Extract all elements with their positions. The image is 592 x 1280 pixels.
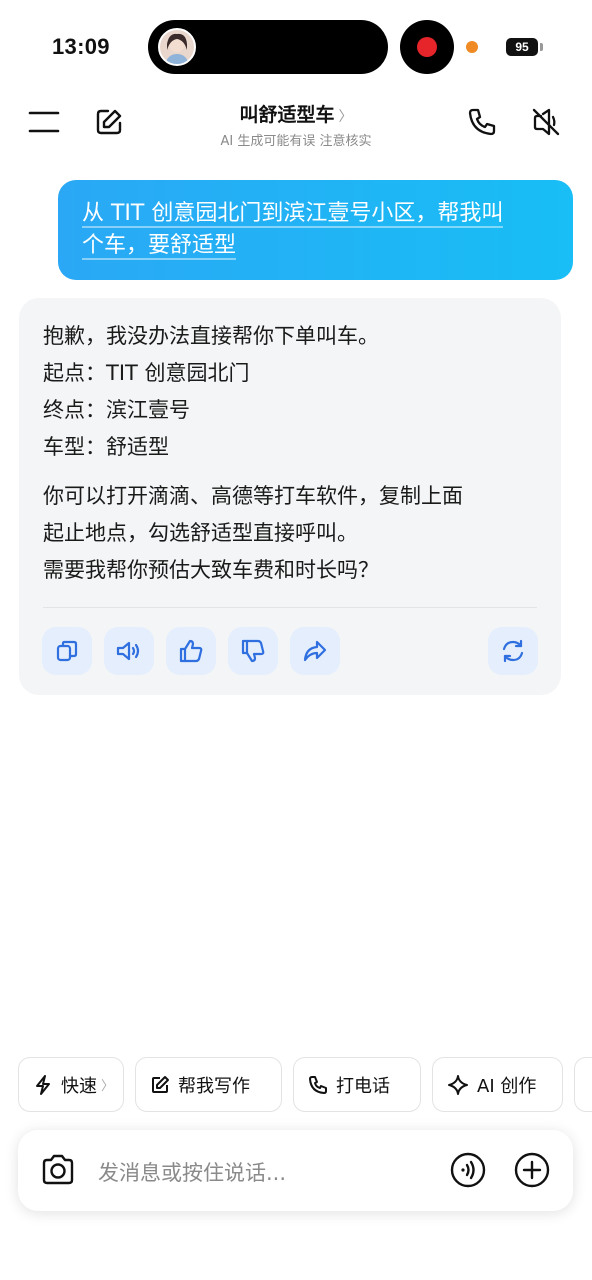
read-aloud-button[interactable] — [104, 627, 154, 675]
ai-message-card: 抱歉，我没办法直接帮你下单叫车。 起点：TIT 创意园北门 终点：滨江壹号 车型… — [19, 298, 561, 695]
ai-message-line: 需要我帮你预估大致车费和时长吗？ — [43, 558, 379, 582]
thumbs-up-icon — [179, 639, 203, 663]
camera-icon[interactable] — [38, 1150, 78, 1190]
ai-message-line: 终点：滨江壹号 — [43, 398, 190, 422]
status-time: 13:09 — [52, 34, 110, 59]
user-message-line: 从 TIT 创意园北门到滨江壹号小区，帮我叫 — [82, 201, 504, 228]
share-icon — [303, 640, 327, 662]
mute-speaker-icon[interactable] — [528, 104, 564, 140]
share-button[interactable] — [290, 627, 340, 675]
lightning-icon — [36, 1074, 50, 1095]
chip-ai-create[interactable]: AI 创作 — [432, 1057, 563, 1112]
ai-card-divider — [43, 607, 537, 608]
chip-label: 打电话 — [336, 1075, 390, 1097]
edit-icon — [152, 1075, 169, 1093]
chevron-right-icon: 〉 — [338, 109, 353, 125]
ai-disclaimer: AI 生成可能有误 注意核实 — [220, 134, 372, 149]
voice-mode-icon[interactable] — [448, 1150, 488, 1190]
phone-icon — [309, 1075, 327, 1094]
ai-message-line: 车型：舒适型 — [43, 435, 169, 459]
chip-help-write[interactable]: 帮我写作 — [135, 1057, 282, 1112]
ai-message-line: 起止地点，勾选舒适型直接呼叫。 — [43, 521, 358, 545]
message-input-bar: 发消息或按住说话... — [18, 1130, 573, 1211]
regenerate-button[interactable] — [488, 627, 538, 675]
chip-phone-call[interactable]: 打电话 — [293, 1057, 421, 1112]
privacy-dot — [466, 41, 478, 53]
copy-button[interactable] — [42, 627, 92, 675]
recording-indicator — [400, 20, 454, 74]
like-button[interactable] — [166, 627, 216, 675]
ai-message-line: 起点：TIT 创意园北门 — [43, 361, 250, 385]
avatar — [158, 28, 196, 66]
chip-label: 帮我写作 — [178, 1075, 250, 1097]
dislike-button[interactable] — [228, 627, 278, 675]
thumbs-down-icon — [241, 639, 265, 663]
battery-cap — [540, 43, 543, 51]
chevron-right-icon: 〉 — [101, 1079, 115, 1094]
chip-label: 快速 — [61, 1075, 97, 1097]
chip-more[interactable] — [574, 1057, 592, 1112]
user-message-line: 个车，要舒适型 — [82, 233, 237, 260]
ai-message-line: 你可以打开滴滴、高德等打车软件，复制上面 — [43, 484, 463, 508]
speaker-icon — [116, 641, 140, 661]
chip-quick[interactable]: 快速〉 — [18, 1057, 124, 1112]
chat-title[interactable]: 叫舒适型车〉 — [0, 100, 592, 127]
chip-label: AI 创作 — [477, 1075, 537, 1097]
sparkle-icon — [448, 1074, 468, 1095]
phone-call-icon[interactable] — [464, 104, 500, 140]
regenerate-icon — [502, 639, 524, 663]
dynamic-island — [148, 20, 388, 74]
add-attachment-icon[interactable] — [512, 1150, 552, 1190]
message-input[interactable]: 发消息或按住说话... — [98, 1157, 286, 1187]
ai-message-line: 抱歉，我没办法直接帮你下单叫车。 — [43, 324, 379, 348]
user-message-bubble[interactable]: 从 TIT 创意园北门到滨江壹号小区，帮我叫 个车，要舒适型 — [58, 180, 573, 280]
chat-title-text: 叫舒适型车 — [239, 104, 335, 126]
copy-icon — [56, 640, 78, 662]
battery-indicator: 95 — [506, 38, 538, 56]
